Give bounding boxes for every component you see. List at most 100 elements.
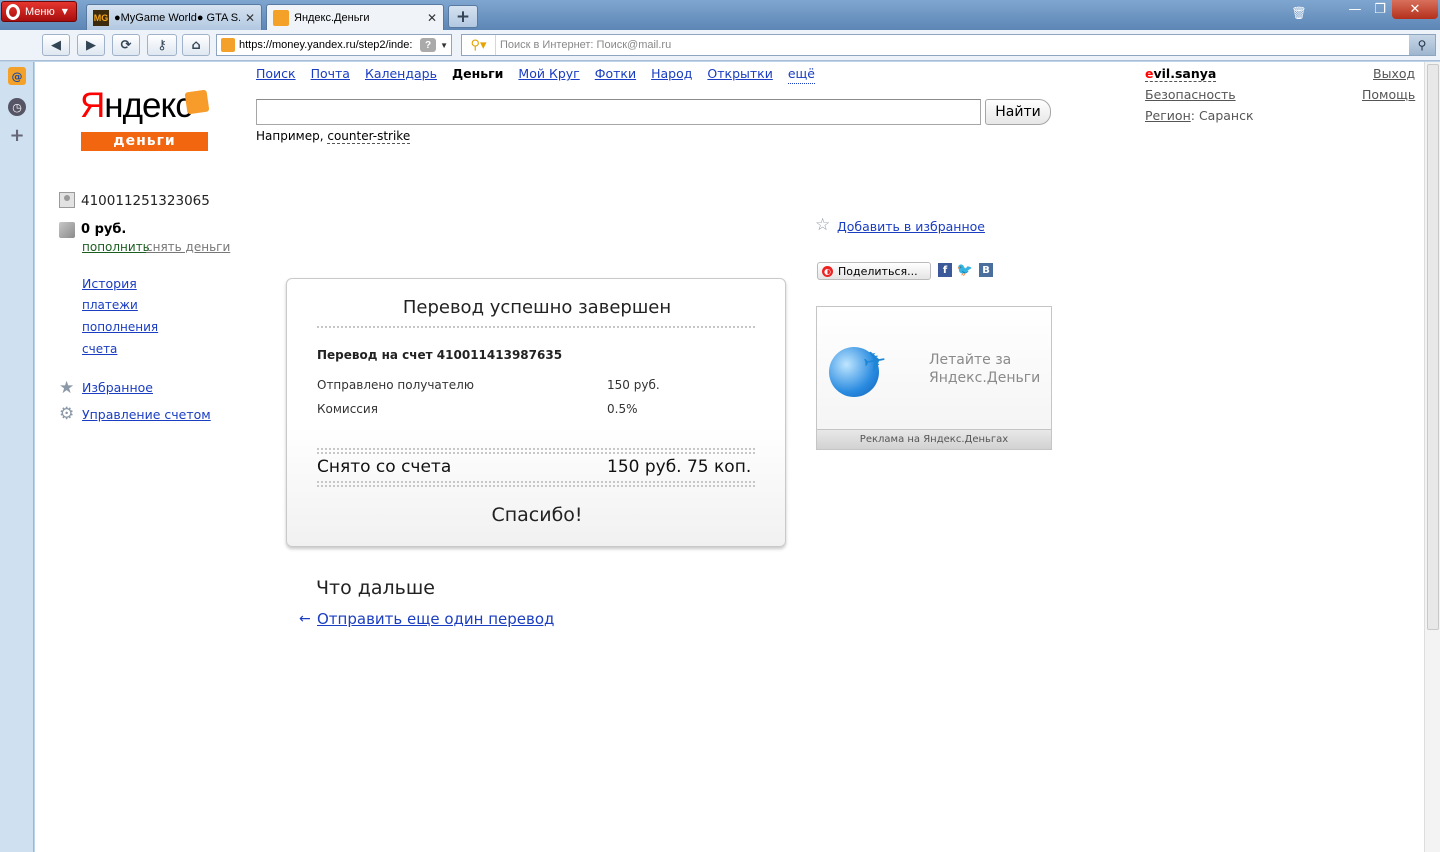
share-button[interactable]: ◐ Поделиться... <box>817 262 931 280</box>
receipt-total: Снято со счета 150 руб. 75 коп. <box>317 457 757 477</box>
tab-title: Яндекс.Деньги <box>294 12 370 24</box>
withdraw-link[interactable]: снять деньги <box>146 240 230 254</box>
twitter-icon[interactable]: 🐦 <box>957 263 973 278</box>
services-more-link[interactable]: ещё <box>787 66 815 84</box>
gear-icon: ⚙ <box>59 404 75 424</box>
page-scrollbar[interactable] <box>1424 62 1440 852</box>
service-link-calendar[interactable]: Календарь <box>365 66 437 84</box>
region-info: Регион: Саранск <box>1145 108 1254 123</box>
back-button[interactable]: ◀ <box>42 34 70 56</box>
receipt-row-value: 0.5% <box>607 402 638 416</box>
tab-yandex-money[interactable]: Яндекс.Деньги ✕ <box>266 4 444 31</box>
dotted-divider <box>317 481 755 483</box>
close-icon[interactable]: ✕ <box>427 11 437 25</box>
service-link-cards[interactable]: Открытки <box>707 66 772 84</box>
receipt-row-label: Комиссия <box>317 402 378 416</box>
receipt-row: Комиссия 0.5% <box>317 402 757 416</box>
opera-menu-label: Меню <box>25 5 55 18</box>
window-close-icon[interactable]: ✕ <box>1392 0 1438 19</box>
account-icon <box>59 192 75 208</box>
close-icon[interactable]: ✕ <box>245 11 255 25</box>
home-button[interactable]: ⌂ <box>182 34 210 56</box>
yandex-money-favicon-icon <box>221 38 235 52</box>
yandex-money-favicon-icon <box>273 10 289 26</box>
wallet-balance-icon <box>59 222 75 238</box>
mail-panel-icon[interactable]: @ <box>8 67 26 85</box>
add-to-favorites-link[interactable]: Добавить в избранное <box>837 219 985 234</box>
receipt-title: Перевод успешно завершен <box>402 297 672 318</box>
address-bar[interactable]: https://money.yandex.ru/step2/inde: ? ▼ <box>216 34 452 56</box>
key-icon: ⚷ <box>157 37 167 53</box>
search-example: Например, counter-strike <box>256 129 411 144</box>
add-panel-icon[interactable]: + <box>8 125 26 146</box>
site-info-icon[interactable]: ? <box>420 38 437 52</box>
chevron-down-icon: ▼ <box>61 7 68 16</box>
wand-key-button[interactable]: ⚷ <box>147 34 177 56</box>
arrow-left-icon: ◀ <box>51 37 61 53</box>
trash-icon[interactable]: 🗑 <box>1290 6 1308 24</box>
wallet-icon <box>184 89 210 115</box>
ad-caption: Реклама на Яндекс.Деньгах <box>817 429 1051 449</box>
chevron-down-icon[interactable]: ▼ <box>440 41 451 50</box>
forward-button[interactable]: ▶ <box>77 34 105 56</box>
region-value: Саранск <box>1198 108 1254 123</box>
sidebar-item-favorites[interactable]: Избранное <box>82 380 153 395</box>
dotted-divider <box>317 326 755 328</box>
service-link-mail[interactable]: Почта <box>311 66 350 84</box>
security-link[interactable]: Безопасность <box>1145 87 1236 102</box>
minimize-icon[interactable]: — <box>1342 0 1368 19</box>
reload-button[interactable]: ⟳ <box>112 34 140 56</box>
service-link-moikrug[interactable]: Мой Круг <box>518 66 579 84</box>
restore-icon[interactable]: ❐ <box>1368 0 1392 19</box>
user-name[interactable]: evil.sanya <box>1145 66 1217 82</box>
next-steps-title: Что дальше <box>316 577 435 599</box>
search-example-query[interactable]: counter-strike <box>327 129 411 144</box>
service-link-narod[interactable]: Народ <box>651 66 692 84</box>
account-number: 410011251323065 <box>81 193 210 209</box>
search-placeholder[interactable]: Поиск в Интернет: Поиск@mail.ru <box>496 39 1409 51</box>
share-label: Поделиться... <box>838 264 918 278</box>
ad-banner[interactable]: ✈ Летайте за Яндекс.Деньги Реклама на Ян… <box>816 306 1052 450</box>
new-tab-button[interactable]: + <box>448 5 478 28</box>
yandex-share-icon: ◐ <box>822 265 833 277</box>
tab-title: ●MyGame World● GTA S... <box>114 11 240 24</box>
send-another-transfer-link[interactable]: Отправить еще один перевод <box>317 610 554 628</box>
sidebar-item-payments[interactable]: платежи <box>82 298 138 312</box>
thanks-message: Спасибо! <box>491 504 583 526</box>
browser-search-field[interactable]: ⚲▾ Поиск в Интернет: Поиск@mail.ru ⚲ <box>461 34 1436 56</box>
history-panel-icon[interactable]: ◷ <box>8 98 26 116</box>
opera-menu-button[interactable]: Меню ▼ <box>1 1 77 22</box>
transfer-receipt: Перевод успешно завершен Перевод на счет… <box>286 278 786 547</box>
service-link-fotki[interactable]: Фотки <box>595 66 636 84</box>
help-link[interactable]: Помощь <box>1362 87 1415 102</box>
sidebar-item-bills[interactable]: счета <box>82 342 117 356</box>
address-url[interactable]: https://money.yandex.ru/step2/inde: <box>239 39 416 51</box>
region-link[interactable]: Регион <box>1145 108 1191 123</box>
tab-mygame[interactable]: MG ●MyGame World● GTA S... ✕ <box>86 4 262 30</box>
logo-subtitle: деньги <box>81 132 208 151</box>
browser-titlebar: Меню ▼ MG ●MyGame World● GTA S... ✕ Янде… <box>0 0 1440 31</box>
transfer-recipient: Перевод на счет 410011413987635 <box>317 348 563 362</box>
yandex-money-logo[interactable]: Яндекс деньги <box>80 86 210 156</box>
dotted-divider <box>317 452 755 454</box>
yandex-search-input[interactable] <box>256 99 981 125</box>
service-link-search[interactable]: Поиск <box>256 66 296 84</box>
sidebar-item-manage-account[interactable]: Управление счетом <box>82 407 211 422</box>
topup-link[interactable]: пополнить <box>82 240 150 254</box>
receipt-row: Отправлено получателю 150 руб. <box>317 378 757 392</box>
airplane-icon: ✈ <box>860 343 890 380</box>
facebook-icon[interactable]: f <box>938 263 952 277</box>
sidebar-item-history[interactable]: История <box>82 276 137 291</box>
search-submit-button[interactable]: Найти <box>985 99 1051 125</box>
search-icon[interactable]: ⚲ <box>1409 35 1435 55</box>
receipt-total-label: Снято со счета <box>317 457 452 477</box>
opera-logo-icon <box>6 3 20 20</box>
mygame-favicon-icon: MG <box>93 9 109 26</box>
services-nav: Поиск Почта Календарь Деньги Мой Круг Фо… <box>256 66 815 84</box>
scrollbar-thumb[interactable] <box>1427 64 1439 630</box>
logout-link[interactable]: Выход <box>1373 66 1415 81</box>
search-engine-icon[interactable]: ⚲▾ <box>462 35 496 55</box>
sidebar-item-topups[interactable]: пополнения <box>82 320 158 334</box>
vkontakte-icon[interactable]: B <box>979 263 993 277</box>
star-icon: ★ <box>59 378 75 398</box>
